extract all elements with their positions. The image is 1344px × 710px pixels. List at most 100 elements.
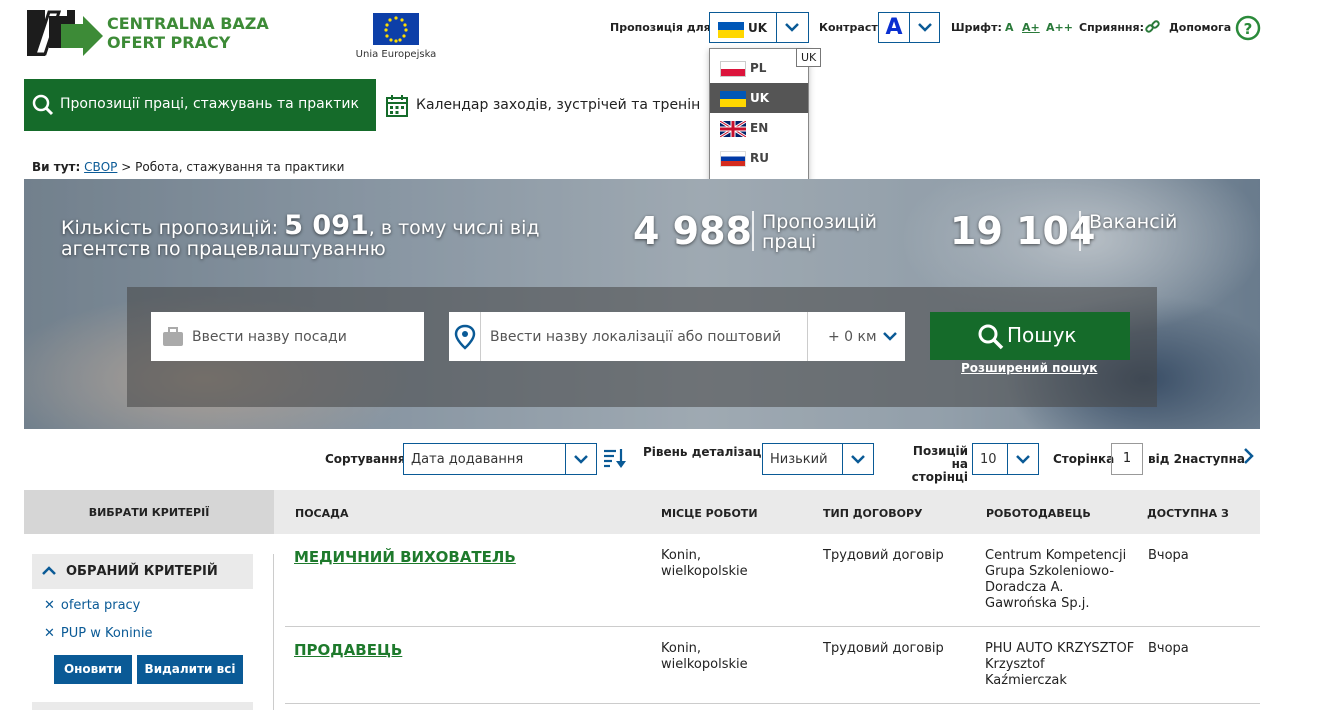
help-icon[interactable]: ? (1235, 15, 1261, 45)
eu-logo: Unia Europejska (346, 4, 446, 66)
poland-flag-icon (720, 61, 746, 77)
svg-text:?: ? (1244, 20, 1253, 38)
job-location: Konin, wielkopolskie (661, 641, 748, 672)
remove-icon[interactable]: ✕ (44, 626, 55, 641)
location-placeholder: Ввести назву локалізації або поштовий (490, 329, 782, 345)
logo-text: CENTRALNA BAZA OFERT PRACY (107, 14, 269, 52)
contract-type: Трудовий договір (823, 641, 944, 656)
tab-calendar[interactable]: Календар заходів, зустрічей та тренін (385, 90, 708, 124)
breadcrumb-current: Робота, стажування та практики (135, 160, 345, 174)
tab-calendar-label: Календар заходів, зустрічей та тренін (416, 97, 701, 113)
job-title-link[interactable]: ПРОДАВЕЦЬ (294, 641, 402, 659)
breadcrumb-root-link[interactable]: СВОР (84, 160, 117, 174)
lang-option-label: UK (750, 91, 770, 105)
job-offers-count: 4 988 (633, 209, 752, 253)
lang-option-label: PL (750, 61, 767, 75)
remove-icon[interactable]: ✕ (44, 598, 55, 613)
column-header[interactable]: ТИП ДОГОВОРУ (823, 507, 923, 520)
detail-select[interactable]: Низький (762, 443, 874, 475)
lang-option-uk[interactable]: UK (710, 83, 808, 113)
clear-all-button[interactable]: Видалити всі (137, 655, 243, 684)
sort-select[interactable]: Дата додавання (403, 443, 597, 475)
offers-count-value: 5 091 (284, 210, 369, 241)
chevron-down-icon (565, 444, 596, 474)
help-link[interactable]: Допомога (1169, 21, 1231, 34)
logo-arrows-icon (27, 10, 103, 56)
language-select[interactable]: UK (709, 12, 809, 43)
breadcrumb-separator: > (121, 160, 132, 174)
lang-option-ru[interactable]: RU (710, 143, 808, 173)
search-button-label: Пошук (1007, 323, 1077, 347)
link-icon[interactable] (1145, 19, 1160, 38)
criteria-header-label: ВИБРАТИ КРИТЕРІЇ (88, 506, 210, 519)
chevron-down-icon (880, 326, 900, 350)
font-size-normal[interactable]: A (1005, 21, 1014, 34)
column-header[interactable]: ПОСАДА (295, 507, 348, 520)
page-input[interactable]: 1 (1111, 443, 1143, 475)
chevron-right-icon[interactable] (1242, 447, 1256, 469)
contrast-label: Контраст: (819, 21, 883, 34)
eu-flag-icon (373, 13, 419, 45)
font-size-large[interactable]: A+ (1022, 21, 1040, 34)
selected-criteria-header[interactable]: ОБРАНИЙ КРИТЕРІЙ (32, 554, 253, 589)
search-icon (32, 94, 54, 120)
language-tooltip: UK (796, 48, 822, 67)
next-page-link[interactable]: наступна (1182, 452, 1245, 466)
current-language: UK (748, 21, 768, 35)
location-input[interactable]: Ввести назву локалізації або поштовий + … (449, 312, 905, 361)
position-placeholder: Ввести назву посади (192, 329, 347, 345)
sort-value: Дата додавання (411, 452, 524, 467)
ukraine-flag-icon (718, 22, 744, 38)
available-from: Вчора (1148, 548, 1189, 563)
employer: PHU AUTO KRZYSZTOF Krzysztof Kaźmierczak (985, 641, 1135, 688)
table-row[interactable]: МЕДИЧНИЙ ВИХОВАТЕЛЬ Konin, wielkopolskie … (285, 534, 1260, 627)
location-pin-icon (449, 312, 481, 361)
vacancies-label: Вакансій (1089, 211, 1178, 233)
position-input[interactable]: Ввести назву посади (151, 312, 424, 361)
contrast-select[interactable]: A (878, 12, 940, 43)
offer-for-label: Пропозиція для: (610, 21, 716, 34)
briefcase-icon (162, 326, 184, 352)
tab-job-offers[interactable]: Пропозиції праці, стажувань та практик (24, 79, 376, 131)
uk-flag-icon (720, 121, 746, 137)
per-page-select[interactable]: 10 (972, 443, 1039, 475)
criterion-item[interactable]: ✕ oferta pracy (44, 598, 140, 613)
breadcrumb-prefix: Ви тут: (32, 160, 81, 174)
job-offers-label: Пропозицій праці (762, 211, 878, 253)
eu-caption: Unia Europejska (355, 49, 437, 60)
ukraine-flag-icon (720, 91, 746, 107)
font-label: Шрифт: (951, 21, 1002, 34)
breadcrumb: Ви тут: СВОР > Робота, стажування та пра… (32, 160, 344, 174)
column-header[interactable]: РОБОТОДАВЕЦЬ (986, 507, 1091, 520)
next-criteria-group[interactable] (32, 702, 253, 710)
table-row[interactable]: ПРОДАВЕЦЬ Konin, wielkopolskie Трудовий д… (285, 627, 1260, 703)
page-label: Сторінка (1053, 452, 1115, 466)
vacancies-count: 19 104 (950, 209, 1096, 253)
refresh-button[interactable]: Оновити (54, 655, 132, 684)
criterion-item[interactable]: ✕ PUP w Koninie (44, 626, 153, 641)
advanced-search-link[interactable]: Розширений пошук (961, 361, 1097, 375)
lang-option-en[interactable]: EN (710, 113, 808, 143)
column-header[interactable]: МІСЦЕ РОБОТИ (661, 507, 758, 520)
column-header[interactable]: ДОСТУПНА З (1147, 507, 1229, 520)
sort-label: Сортування (325, 452, 406, 466)
page-total: від 2 (1148, 452, 1182, 466)
chevron-down-icon[interactable] (776, 13, 808, 42)
table-header: ПОСАДА МІСЦЕ РОБОТИ ТИП ДОГОВОРУ РОБОТОД… (274, 490, 1260, 534)
search-panel: Ввести назву посади Ввести назву локаліз… (127, 287, 1157, 407)
job-title-link[interactable]: МЕДИЧНИЙ ВИХОВАТЕЛЬ (294, 548, 516, 566)
sort-direction-icon[interactable] (603, 447, 627, 473)
lang-option-pl[interactable]: PL (710, 53, 808, 83)
calendar-icon (385, 94, 409, 122)
hero-banner: Кількість пропозицій: 5 091, в тому числ… (24, 179, 1260, 429)
search-icon (977, 323, 1004, 354)
chevron-down-icon[interactable] (909, 13, 939, 42)
search-button[interactable]: Пошук (930, 312, 1130, 360)
tab-job-offers-label: Пропозиції праці, стажувань та практик (60, 96, 359, 112)
selected-criteria-title: ОБРАНИЙ КРИТЕРІЙ (66, 564, 218, 579)
radius-select[interactable]: + 0 км (807, 312, 905, 361)
detail-label: Рівень деталізації (643, 445, 770, 459)
per-page-label: Позицій на сторінці (911, 444, 968, 484)
available-from: Вчора (1148, 641, 1189, 656)
font-size-xlarge[interactable]: A++ (1046, 21, 1073, 34)
